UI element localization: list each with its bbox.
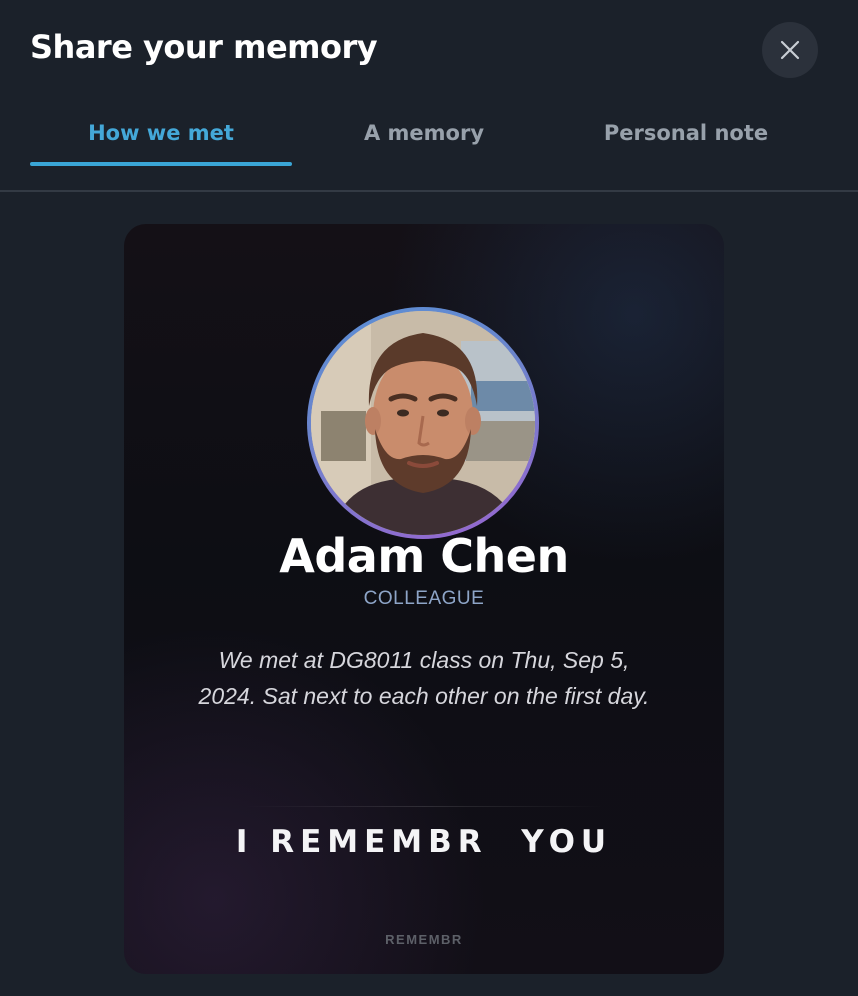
tab-a-memory[interactable]: A memory <box>293 100 555 166</box>
relation-label: COLLEAGUE <box>363 588 485 609</box>
modal-title: Share your memory <box>30 28 378 66</box>
modal-header: Share your memory <box>0 0 858 100</box>
share-memory-modal: Share your memory How we met A memory Pe… <box>0 0 858 996</box>
tab-bar: How we met A memory Personal note <box>0 100 858 192</box>
close-button[interactable] <box>762 22 818 78</box>
avatar-photo <box>311 311 535 535</box>
avatar <box>307 307 539 539</box>
tab-personal-note[interactable]: Personal note <box>555 100 817 166</box>
tab-how-we-met[interactable]: How we met <box>30 100 292 166</box>
brand-watermark: REMEMBR <box>385 932 463 947</box>
close-icon <box>780 40 800 60</box>
tagline: I REMEMBR YOU <box>235 824 613 860</box>
active-tab-indicator <box>30 162 292 166</box>
memory-card: Adam Chen COLLEAGUE We met at DG8011 cla… <box>124 224 724 974</box>
person-name: Adam Chen <box>279 529 569 583</box>
card-divider <box>244 806 604 807</box>
memory-text: We met at DG8011 class on Thu, Sep 5, 20… <box>198 647 650 709</box>
